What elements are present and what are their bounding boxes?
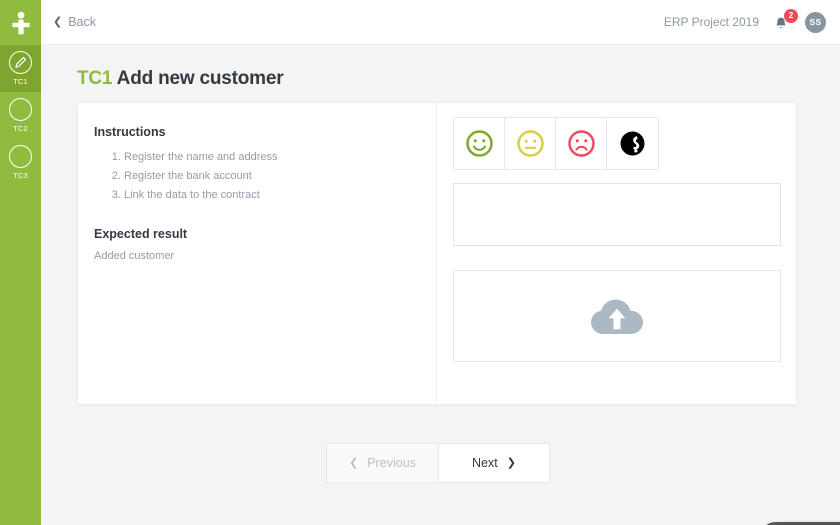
page-title: TC1 Add new customer <box>77 68 840 90</box>
project-name: ERP Project 2019 <box>663 15 759 29</box>
status-picker <box>453 117 659 170</box>
sidebar-item-tc3[interactable]: TC3 <box>0 139 41 186</box>
avatar[interactable]: SS <box>805 11 826 33</box>
expected-result-value: Added customer <box>94 250 175 262</box>
top-header: ❮ Back ERP Project 2019 2 SS <box>41 0 840 45</box>
sidebar-item-label: TC2 <box>13 124 28 133</box>
instructions-heading: Instructions <box>94 125 166 139</box>
previous-button[interactable]: ❮ Previous <box>327 444 438 482</box>
blocked-icon <box>620 131 645 156</box>
status-option-fail[interactable] <box>556 118 607 169</box>
sidebar-item-label: TC3 <box>13 171 28 180</box>
back-button[interactable]: ❮ Back <box>53 15 96 29</box>
smiley-neutral-icon <box>516 130 544 157</box>
chevron-left-icon: ❮ <box>349 456 359 469</box>
expected-result-heading: Expected result <box>94 227 188 241</box>
chevron-left-icon: ❮ <box>53 15 63 28</box>
pencil-icon <box>9 51 32 74</box>
list-item: Register the bank account <box>124 167 412 186</box>
circle-icon <box>9 98 32 121</box>
status-option-warning[interactable] <box>505 118 556 169</box>
page-title-text: Add new customer <box>116 68 284 89</box>
notification-badge: 2 <box>784 9 798 23</box>
app-logo[interactable] <box>0 0 41 45</box>
sidebar-item-tc1[interactable]: TC1 <box>0 45 41 92</box>
notifications-button[interactable]: 2 <box>773 9 798 32</box>
sidebar-item-label: TC1 <box>13 77 28 86</box>
page-title-code: TC1 <box>77 68 113 89</box>
test-case-card: Instructions Register the name and addre… <box>77 102 797 405</box>
card-left-panel: Instructions Register the name and addre… <box>78 103 436 404</box>
instructions-list: Register the name and address Register t… <box>124 148 412 205</box>
chevron-right-icon: ❯ <box>506 456 516 469</box>
sidebar-item-tc2[interactable]: TC2 <box>0 92 41 139</box>
header-right-group: ERP Project 2019 2 SS <box>663 9 826 33</box>
file-upload-dropzone[interactable] <box>453 270 781 362</box>
next-label: Next <box>472 456 498 470</box>
status-option-blocked[interactable] <box>607 118 658 169</box>
back-label: Back <box>68 15 97 29</box>
card-right-panel <box>436 103 796 404</box>
previous-label: Previous <box>367 456 416 470</box>
circle-icon <box>9 145 32 168</box>
smiley-sad-icon <box>567 130 595 157</box>
main-content: TC1 Add new customer Instructions Regist… <box>41 45 840 525</box>
list-item: Register the name and address <box>124 148 412 167</box>
sidebar: TC1 TC2 TC3 <box>0 0 41 525</box>
status-option-pass[interactable] <box>454 118 505 169</box>
footer-navigation: ❮ Previous Next ❯ <box>326 443 550 483</box>
cloud-upload-icon <box>591 299 643 334</box>
list-item: Link the data to the contract <box>124 186 412 205</box>
person-logo-icon <box>11 11 30 34</box>
note-textarea[interactable] <box>453 183 781 246</box>
smiley-happy-icon <box>465 130 493 157</box>
next-button[interactable]: Next ❯ <box>438 444 549 482</box>
